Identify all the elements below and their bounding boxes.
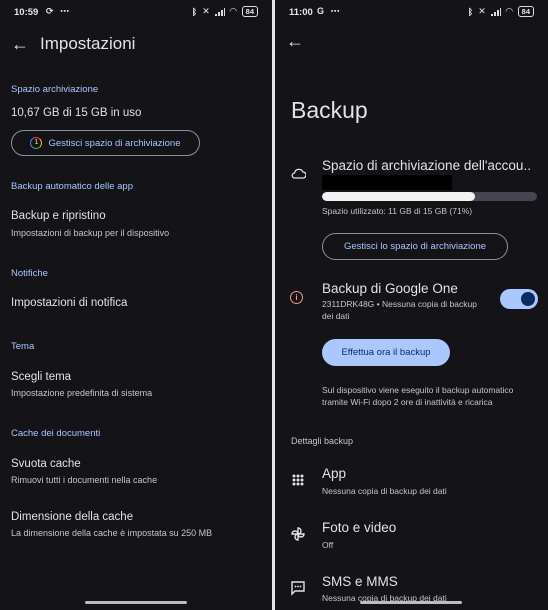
status-time: 11:00 (289, 7, 313, 18)
cache-size-title: Dimensione della cache (11, 511, 134, 523)
info-icon: i (290, 291, 303, 304)
page-title: Impostazioni (40, 34, 136, 53)
storage-progress-bar (322, 192, 537, 201)
storage-usage-text: 10,67 GB di 15 GB in uso (11, 107, 142, 119)
clear-cache-title: Svuota cache (11, 458, 81, 470)
backup-info-text: Sul dispositivo viene eseguito il backup… (322, 385, 514, 407)
backup-screen: 11:00 G ⋯ ᛒ ✕ ◠ 84 ← Backup Spazio di ar… (275, 0, 548, 610)
bluetooth-icon: ᛒ (467, 6, 474, 17)
section-notifications: Notifiche (11, 268, 48, 279)
wifi-icon: ◠ (229, 6, 237, 16)
section-storage: Spazio archiviazione (11, 84, 99, 95)
section-document-cache: Cache dei documenti (11, 428, 101, 439)
home-indicator[interactable] (85, 601, 187, 604)
sync-icon: ⟳ ⋯ (46, 6, 72, 16)
backup-restore-title: Backup e ripristino (11, 210, 106, 222)
signal-icon (490, 7, 501, 16)
mute-icon: ✕ (202, 6, 210, 16)
status-bar: 10:59 ⟳ ⋯ ᛒ ✕ ◠ 84 (0, 0, 272, 24)
section-backup-details: Dettagli backup (291, 436, 354, 446)
section-theme: Tema (11, 341, 35, 352)
manage-storage-label: Gestisci spazio di archiviazione (48, 137, 181, 149)
google-status-icon: G ⋯ (317, 6, 342, 16)
battery-icon: 84 (517, 6, 534, 17)
toggle-knob (521, 292, 535, 306)
google-one-backup-title: Backup di Google One (322, 281, 458, 296)
notification-settings-item[interactable]: Impostazioni di notifica (11, 297, 127, 309)
section-backup: Backup automatico delle app (11, 181, 133, 192)
details-photos-subtitle: Off (322, 540, 334, 550)
wifi-icon: ◠ (505, 6, 513, 16)
details-sms-title: SMS e MMS (322, 574, 398, 589)
settings-screen: 10:59 ⟳ ⋯ ᛒ ✕ ◠ 84 ← Impostazioni Spazio… (0, 0, 272, 610)
details-app-subtitle: Nessuna copia di backup dei dati (322, 486, 447, 496)
battery-icon: 84 (241, 6, 258, 17)
storage-title: Spazio di archiviazione dell'accou.. (322, 158, 531, 173)
back-arrow-icon[interactable]: ← (286, 31, 304, 52)
backup-now-button[interactable]: Effettua ora il backup (322, 339, 450, 366)
home-indicator[interactable] (360, 601, 462, 604)
message-icon (291, 581, 305, 596)
status-icons: ᛒ ✕ ◠ 84 (468, 6, 534, 17)
mute-icon: ✕ (478, 6, 486, 16)
status-time: 10:59 (14, 7, 39, 18)
details-photos-title: Foto e video (322, 520, 397, 535)
manage-storage-button[interactable]: 1 Gestisci spazio di archiviazione (11, 130, 200, 156)
choose-theme-title: Scegli tema (11, 371, 72, 383)
clear-cache-subtitle: Rimuovi tutti i documenti nella cache (11, 475, 158, 485)
details-app-title: App (322, 466, 347, 481)
cache-size-subtitle: La dimensione della cache è impostata su… (11, 528, 213, 538)
backup-toggle[interactable] (500, 289, 538, 309)
backup-restore-subtitle: Impostazioni di backup per il dispositiv… (11, 228, 170, 238)
back-arrow-icon[interactable]: ← (11, 34, 29, 55)
choose-theme-subtitle: Impostazione predefinita di sistema (11, 388, 153, 398)
signal-icon (214, 7, 225, 16)
page-title: Backup (291, 97, 368, 123)
bluetooth-icon: ᛒ (191, 6, 198, 17)
storage-usage-text: Spazio utilizzato: 11 GB di 15 GB (71%) (322, 206, 473, 216)
google-one-backup-subtitle: 2311DRK48G • Nessuna copia di backup dei… (322, 299, 477, 321)
cloud-icon (291, 168, 306, 179)
manage-storage-button[interactable]: Gestisci lo spazio di archiviazione (322, 233, 508, 260)
pinwheel-icon (291, 527, 305, 541)
google-one-icon: 1 (30, 137, 43, 149)
storage-progress-fill (322, 192, 475, 201)
redacted-account (322, 175, 452, 190)
status-bar: 11:00 G ⋯ ᛒ ✕ ◠ 84 (275, 0, 548, 24)
apps-grid-icon (292, 474, 304, 486)
status-icons: ᛒ ✕ ◠ 84 (192, 6, 258, 17)
